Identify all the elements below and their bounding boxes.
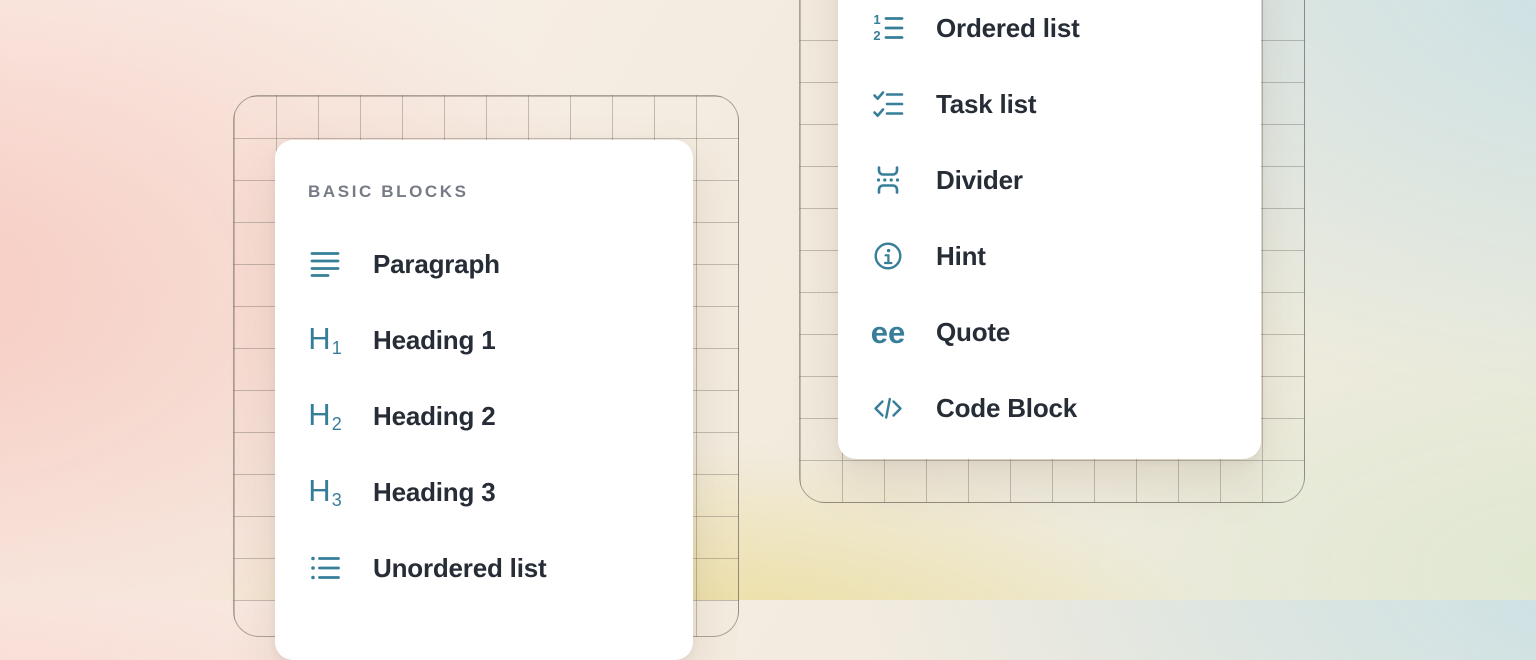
menu-item-heading-1[interactable]: H1 Heading 1 [275,302,693,378]
svg-text:2: 2 [873,28,880,43]
menu-item-label: Ordered list [936,13,1080,44]
more-blocks-list: 1 2 Ordered list Task list [838,0,1261,446]
menu-item-code-block[interactable]: Code Block [838,370,1261,446]
menu-item-hint[interactable]: Hint [838,218,1261,294]
menu-item-label: Task list [936,89,1036,120]
code-block-icon [872,392,904,424]
menu-item-label: Divider [936,165,1023,196]
basic-blocks-list: Paragraph H1 Heading 1 H2 Heading 2 H3 H… [275,226,693,606]
heading-1-icon: H1 [309,324,341,356]
paragraph-icon [309,248,341,280]
unordered-list-icon [309,552,341,584]
menu-item-quote[interactable]: ee Quote [838,294,1261,370]
menu-item-label: Heading 1 [373,325,495,356]
more-blocks-menu: 1 2 Ordered list Task list [838,0,1261,459]
section-header-basic-blocks: BASIC BLOCKS [308,182,693,202]
menu-item-divider[interactable]: Divider [838,142,1261,218]
menu-item-label: Heading 3 [373,477,495,508]
basic-blocks-menu: BASIC BLOCKS Paragraph H1 Heading 1 H2 H… [275,140,693,660]
heading-2-icon: H2 [309,400,341,432]
menu-item-label: Code Block [936,393,1077,424]
task-list-icon [872,88,904,120]
ordered-list-icon: 1 2 [872,12,904,44]
heading-3-icon: H3 [309,476,341,508]
menu-item-paragraph[interactable]: Paragraph [275,226,693,302]
divider-icon [872,164,904,196]
menu-item-heading-3[interactable]: H3 Heading 3 [275,454,693,530]
menu-item-heading-2[interactable]: H2 Heading 2 [275,378,693,454]
menu-item-label: Heading 2 [373,401,495,432]
hint-icon [872,240,904,272]
menu-item-label: Paragraph [373,249,500,280]
menu-item-label: Unordered list [373,553,546,584]
quote-icon: ee [872,316,904,348]
menu-item-unordered-list[interactable]: Unordered list [275,530,693,606]
menu-item-label: Quote [936,317,1010,348]
svg-text:1: 1 [873,12,880,27]
menu-item-task-list[interactable]: Task list [838,66,1261,142]
menu-item-ordered-list[interactable]: 1 2 Ordered list [838,0,1261,66]
menu-item-label: Hint [936,241,986,272]
